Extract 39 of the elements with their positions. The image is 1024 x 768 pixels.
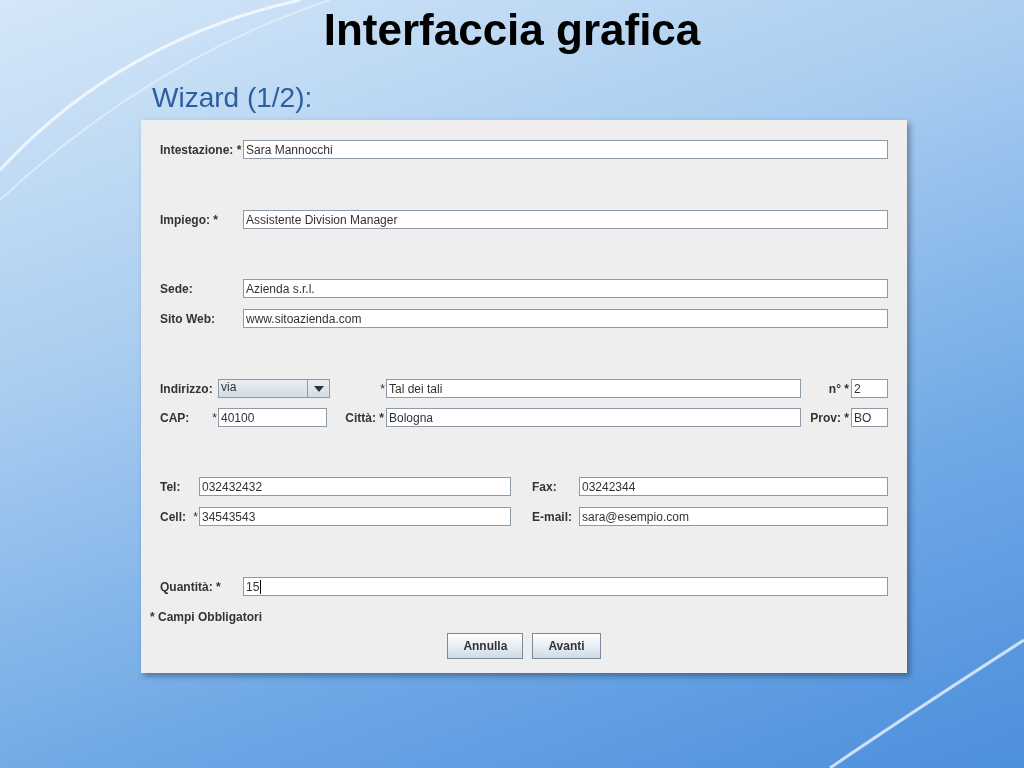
required-mark: * — [211, 409, 218, 427]
dialog-button[interactable]: Avanti — [532, 633, 601, 659]
text-cursor — [260, 579, 262, 594]
text-field[interactable]: Azienda s.r.l. — [243, 279, 888, 298]
field-label: E-mail: — [531, 508, 573, 526]
text-field[interactable]: Bologna — [386, 408, 801, 427]
text-field[interactable]: Tal dei tali — [386, 379, 801, 398]
text-field[interactable]: 2 — [851, 379, 888, 398]
field-label: Sede: — [160, 280, 194, 298]
text-field[interactable]: Sara Mannocchi — [243, 140, 888, 159]
text-field[interactable]: BO — [851, 408, 888, 427]
text-field[interactable]: 40100 — [218, 408, 327, 427]
text-field[interactable]: www.sitoazienda.com — [243, 309, 888, 328]
required-note: * Campi Obbligatori — [150, 609, 263, 626]
text-field[interactable]: 34543543 — [199, 507, 511, 526]
field-label: Intestazione: * — [160, 141, 243, 159]
field-label: CAP: — [160, 409, 191, 427]
caret-down-icon — [313, 385, 324, 392]
field-label: Tel: — [160, 478, 182, 496]
field-label: Indirizzo: — [160, 380, 214, 398]
field-label: Sito Web: — [160, 310, 217, 328]
text-field[interactable]: Assistente Division Manager — [243, 210, 888, 229]
text-field[interactable]: 032432432 — [199, 477, 511, 496]
field-label: Impiego: * — [160, 211, 219, 229]
text-field[interactable]: 03242344 — [579, 477, 888, 496]
field-label: Cell: — [160, 508, 187, 526]
dialog-button[interactable]: Annulla — [447, 633, 524, 659]
field-label: Città: * — [344, 409, 385, 427]
required-mark: * — [379, 380, 386, 398]
required-mark: * — [192, 508, 199, 526]
slide-subtitle: Wizard (1/2): — [152, 82, 313, 113]
slide-title: Interfaccia grafica — [323, 4, 701, 56]
field-label: Prov: * — [809, 409, 850, 427]
type-dropdown[interactable]: via — [218, 379, 330, 398]
field-label: n° * — [827, 380, 850, 398]
field-label: Fax: — [531, 478, 558, 496]
text-field[interactable]: 15 — [243, 577, 888, 596]
field-label: Quantità: * — [160, 578, 222, 596]
text-field[interactable]: sara@esempio.com — [579, 507, 888, 526]
